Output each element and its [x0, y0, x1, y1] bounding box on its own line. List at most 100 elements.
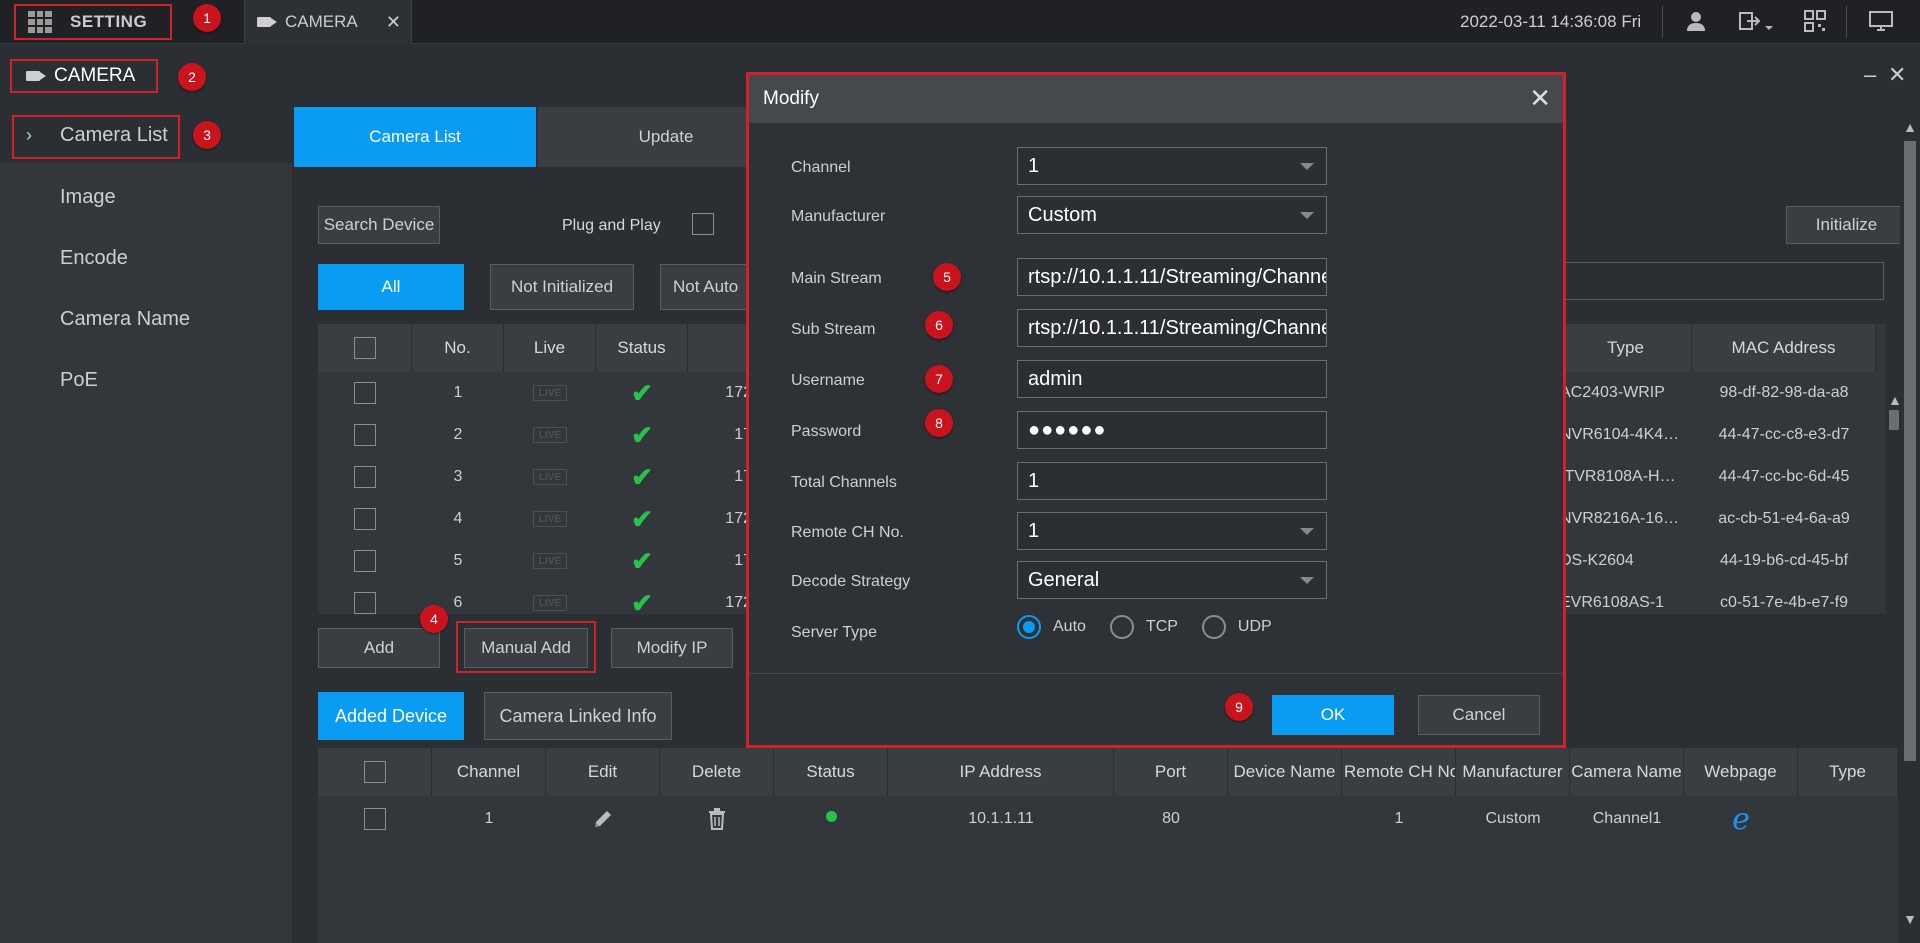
total-channels-label: Total Channels	[791, 474, 897, 491]
row-checkbox[interactable]	[354, 550, 376, 572]
page-scrollbar[interactable]: ▲ ▼	[1900, 107, 1920, 943]
header-live: Live	[504, 324, 596, 372]
row-manufacturer: Custom	[1485, 810, 1541, 827]
header-status: Status	[774, 748, 888, 796]
tab-camera-linked-info[interactable]: Camera Linked Info	[484, 692, 672, 740]
scroll-thumb[interactable]	[1904, 141, 1916, 761]
row-checkbox[interactable]	[354, 424, 376, 446]
row-ip: 172	[725, 384, 752, 401]
row-ip: 17	[734, 426, 752, 443]
header-edit: Edit	[546, 748, 660, 796]
edit-icon[interactable]	[546, 798, 660, 840]
scroll-thumb[interactable]	[1889, 410, 1899, 430]
ok-button[interactable]: OK	[1272, 695, 1394, 735]
plug-and-play-checkbox[interactable]	[692, 213, 714, 235]
row-checkbox[interactable]	[354, 592, 376, 614]
password-label: Password	[791, 423, 862, 440]
check-icon: ✔	[631, 461, 653, 492]
server-type-label: Server Type	[791, 624, 877, 641]
live-icon[interactable]: LIVE	[533, 469, 567, 485]
select-all-checkbox[interactable]	[353, 337, 376, 359]
sidebar-item-camera-name[interactable]: Camera Name	[0, 291, 292, 347]
modify-ip-button[interactable]: Modify IP	[611, 628, 733, 668]
row-type: EVR6108AS-1	[1560, 594, 1665, 611]
live-icon[interactable]: LIVE	[533, 385, 567, 401]
add-button[interactable]: Add	[318, 628, 440, 668]
close-icon[interactable]: ✕	[1529, 83, 1551, 114]
delete-icon[interactable]	[660, 798, 774, 840]
manual-add-button[interactable]: Manual Add	[464, 628, 588, 668]
chevron-down-icon	[1300, 163, 1314, 170]
row-ip: 17	[734, 468, 752, 485]
sidebar-item-poe[interactable]: PoE	[0, 352, 292, 408]
user-icon[interactable]	[1683, 10, 1709, 34]
table-scrollbar[interactable]: ▲	[1888, 392, 1902, 614]
sidebar-item-encode[interactable]: Encode	[0, 230, 292, 286]
sidebar-item-image[interactable]: Image	[0, 169, 292, 225]
close-icon[interactable]: ✕	[386, 12, 401, 33]
setting-button[interactable]: SETTING	[14, 4, 172, 40]
header-select-all	[318, 748, 432, 796]
badge-2: 2	[178, 63, 206, 91]
badge-8: 8	[925, 409, 953, 437]
filter-not-auto[interactable]: Not Auto	[660, 264, 750, 310]
server-type-radio-group: Auto TCP UDP	[1017, 615, 1272, 639]
live-icon[interactable]: LIVE	[533, 511, 567, 527]
select-all-checkbox[interactable]	[363, 761, 386, 783]
row-no: 1	[453, 384, 463, 401]
qr-code-icon[interactable]	[1802, 10, 1828, 34]
filter-all[interactable]: All	[318, 264, 464, 310]
display-icon[interactable]	[1868, 10, 1894, 34]
live-icon[interactable]: LIVE	[533, 553, 567, 569]
live-icon[interactable]: LIVE	[533, 595, 567, 611]
radio-tcp[interactable]	[1109, 615, 1134, 639]
row-mac: 44-47-cc-bc-6d-45	[1718, 468, 1850, 485]
header-device-name: Device Name	[1228, 748, 1342, 796]
scroll-down-icon[interactable]: ▼	[1900, 911, 1920, 927]
browser-icon[interactable]: e	[1684, 798, 1798, 840]
decode-strategy-select[interactable]: General	[1017, 561, 1327, 599]
row-checkbox[interactable]	[364, 808, 386, 830]
search-device-button[interactable]: Search Device	[318, 206, 440, 244]
tab-camera-list[interactable]: Camera List	[294, 107, 536, 167]
radio-auto[interactable]	[1017, 615, 1041, 639]
header-type: Type	[1798, 748, 1898, 796]
radio-tcp-label: TCP	[1145, 618, 1178, 635]
scroll-up-icon[interactable]: ▲	[1900, 119, 1920, 135]
sub-stream-input[interactable]: rtsp://10.1.1.11/Streaming/Channels/2	[1017, 309, 1327, 347]
password-input[interactable]: ●●●●●●	[1017, 411, 1327, 449]
logout-icon[interactable]	[1736, 10, 1776, 34]
chevron-down-icon	[1300, 528, 1314, 535]
filter-not-initialized[interactable]: Not Initialized	[490, 264, 634, 310]
page-title-label: CAMERA	[54, 65, 136, 86]
live-icon[interactable]: LIVE	[533, 427, 567, 443]
divider	[1662, 6, 1663, 38]
table-row[interactable]: 1 10.1.1.11 80 1 Custom Channel1 e	[318, 798, 1898, 842]
close-icon[interactable]: ✕	[1888, 62, 1906, 88]
tab-camera[interactable]: CAMERA ✕	[244, 0, 412, 44]
scroll-up-icon[interactable]: ▲	[1888, 392, 1902, 408]
tab-added-device[interactable]: Added Device	[318, 692, 464, 740]
row-type: AC2403-WRIP	[1560, 384, 1665, 401]
minimize-icon[interactable]: –	[1864, 62, 1876, 88]
row-ip-address: 10.1.1.11	[968, 810, 1034, 827]
row-type	[1798, 798, 1898, 840]
main-stream-input[interactable]: rtsp://10.1.1.11/Streaming/Channels/1	[1017, 258, 1327, 296]
filter-input[interactable]	[1540, 262, 1884, 300]
header-webpage: Webpage	[1684, 748, 1798, 796]
radio-udp-label: UDP	[1237, 618, 1272, 635]
channel-select[interactable]: 1	[1017, 147, 1327, 185]
cancel-button[interactable]: Cancel	[1418, 695, 1540, 735]
radio-udp[interactable]	[1201, 615, 1226, 639]
initialize-button[interactable]: Initialize	[1786, 206, 1906, 244]
manufacturer-select[interactable]: Custom	[1017, 196, 1327, 234]
total-channels-input[interactable]: 1	[1017, 462, 1327, 500]
row-checkbox[interactable]	[354, 508, 376, 530]
row-device-name	[1228, 798, 1342, 840]
remote-ch-select[interactable]: 1	[1017, 512, 1327, 550]
row-checkbox[interactable]	[354, 382, 376, 404]
row-checkbox[interactable]	[354, 466, 376, 488]
username-input[interactable]: admin	[1017, 360, 1327, 398]
remote-ch-value: 1	[1028, 519, 1040, 542]
row-port: 80	[1162, 810, 1180, 827]
